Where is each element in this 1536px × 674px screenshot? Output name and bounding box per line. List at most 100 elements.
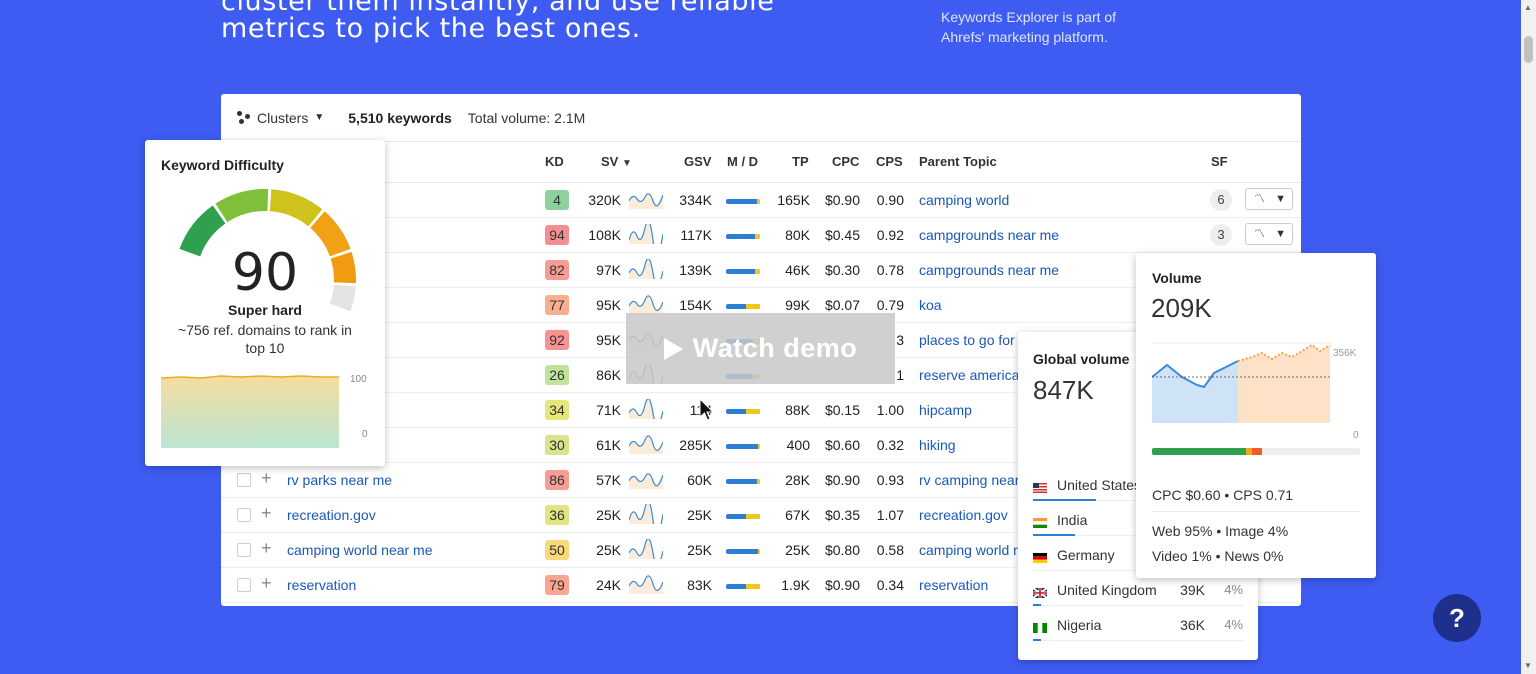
traffic-potential: 88K [785,402,810,418]
parent-topic-link[interactable]: camping world [919,192,1009,208]
parent-topic-link[interactable]: campgrounds near me [919,227,1059,243]
country-row: United Kingdom 39K 4% [1032,581,1243,616]
country-name: Germany [1057,547,1115,563]
global-search-volume: 25K [687,507,712,523]
cpc-value: $0.80 [824,542,860,558]
kd-axis-max: 100 [350,374,367,385]
add-icon[interactable]: + [261,503,272,524]
add-icon[interactable]: + [261,573,272,594]
parent-topic-link[interactable]: camping world n [919,542,1021,558]
md-bar-desktop [758,549,760,554]
cpc-value: $0.60 [824,437,860,453]
search-volume: 97K [596,262,621,278]
scroll-down-icon[interactable]: ▼ [1524,661,1532,670]
kd-history-chart [161,375,339,448]
global-search-volume: 334K [679,192,712,208]
kd-score: 90 [231,243,299,303]
video-news-stat: Video 1% • News 0% [1152,548,1284,564]
traffic-potential: 28K [785,472,810,488]
parent-topic-link[interactable]: reserve america [919,367,1019,383]
scrollbar-thumb[interactable] [1524,36,1533,63]
parent-topic-link[interactable]: hiking [919,437,956,453]
search-volume: 57K [596,472,621,488]
md-bar [726,479,760,484]
parent-topic-link[interactable]: recreation.gov [919,507,1008,523]
cpc-value: $0.30 [824,262,860,278]
trend-dropdown-button[interactable]: 〽 ▼ [1245,188,1293,210]
parent-topic-link[interactable]: campgrounds near me [919,262,1059,278]
row-checkbox[interactable] [237,578,251,592]
traffic-potential: 1.9K [781,577,810,593]
kd-badge: 86 [545,470,569,490]
md-bar-desktop [754,269,760,274]
search-volume: 25K [596,507,621,523]
md-bar [726,304,760,309]
md-bar [726,584,760,589]
kd-description: ~756 ref. domains to rank in top 10 [178,322,352,356]
search-volume: 24K [596,577,621,593]
country-share-bar [1033,604,1042,606]
row-checkbox[interactable] [237,473,251,487]
cpc-value: $0.90 [824,577,860,593]
country-volume: 39K [1180,582,1205,598]
parent-topic-link[interactable]: rv camping near [919,472,1019,488]
play-icon [663,337,683,360]
md-bar-desktop [757,199,760,204]
volume-sparkline [629,259,663,279]
keyword-link[interactable]: reservation [287,577,356,593]
col-cpc[interactable]: CPC [832,154,859,169]
col-sv[interactable]: SV ▼ [601,154,632,169]
row-checkbox[interactable] [237,543,251,557]
volume-sparkline [629,193,663,209]
keyword-link[interactable]: camping world near me [287,542,433,558]
watch-demo-button[interactable]: Watch demo [626,313,895,384]
col-kd[interactable]: KD [545,154,564,169]
col-tp[interactable]: TP [792,154,809,169]
scroll-up-icon[interactable]: ▲ [1524,3,1532,12]
table-toolbar: Clusters ▼ 5,510 keywords Total volume: … [221,94,1301,142]
traffic-potential: 400 [786,437,810,453]
parent-topic-link[interactable]: hipcamp [919,402,972,418]
cps-value: 0.78 [876,262,904,278]
col-parent-topic[interactable]: Parent Topic [919,154,997,169]
kd-badge: 77 [545,295,569,315]
col-gsv[interactable]: GSV [684,154,711,169]
global-search-volume: 285K [679,437,712,453]
flag-ng-icon [1033,620,1047,633]
cpc-value: $0.45 [824,227,860,243]
help-button[interactable]: ? [1433,594,1481,642]
watch-demo-label: Watch demo [692,333,858,363]
mouse-cursor-icon [699,398,715,421]
parent-topic-link[interactable]: places to go for [919,332,1015,348]
divider [1033,640,1243,641]
cps-value: 1.00 [876,402,904,418]
divider [1033,605,1243,606]
add-icon[interactable]: + [261,468,272,489]
keyword-link[interactable]: rv parks near me [287,472,392,488]
cpc-value: $0.07 [824,297,860,313]
keyword-link[interactable]: recreation.gov [287,507,376,523]
volume-sparkline [629,539,663,559]
cps-value: 3 [896,332,904,348]
clusters-dropdown[interactable]: Clusters ▼ [237,110,324,126]
search-volume: 86K [596,367,621,383]
md-bar-desktop [758,444,760,449]
parent-topic-link[interactable]: koa [919,297,942,313]
col-cps[interactable]: CPS [876,154,903,169]
add-icon[interactable]: + [261,538,272,559]
serp-features-count[interactable]: 3 [1210,224,1232,246]
serp-features-count[interactable]: 6 [1210,189,1232,211]
gauge-segment [215,189,269,223]
md-bar-desktop [746,409,760,414]
caret-down-icon: ▼ [314,112,325,123]
keyword-difficulty-card: Keyword Difficulty 90 Super hard ~756 re… [145,140,385,466]
volume-sparkline [629,473,663,489]
page-scrollbar[interactable]: ▲ ▼ [1521,0,1536,674]
col-md[interactable]: M / D [727,154,758,169]
row-checkbox[interactable] [237,508,251,522]
trend-dropdown-button[interactable]: 〽 ▼ [1245,223,1293,245]
intent-segment [1152,448,1246,455]
col-sf[interactable]: SF [1211,154,1228,169]
kd-card-title: Keyword Difficulty [161,157,284,173]
parent-topic-link[interactable]: reservation [919,577,988,593]
